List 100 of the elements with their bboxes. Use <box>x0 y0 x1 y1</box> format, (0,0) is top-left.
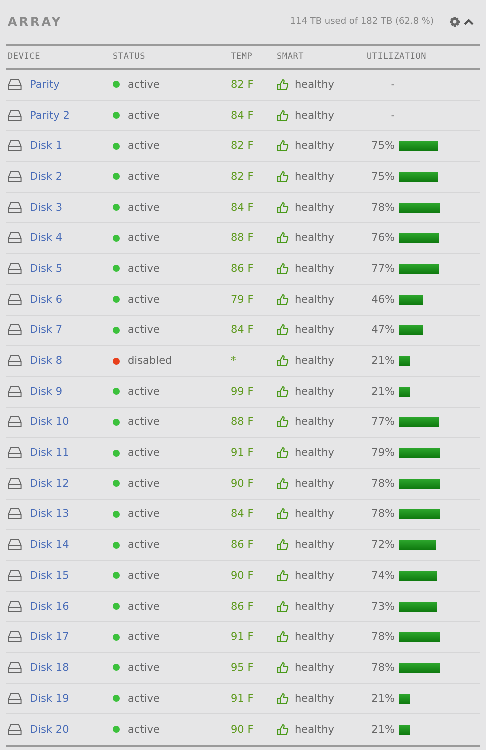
device-link[interactable]: Disk 7 <box>30 324 63 336</box>
thumbs-up-icon <box>277 539 289 552</box>
utilization-bar <box>399 294 423 305</box>
device-link[interactable]: Disk 19 <box>30 692 70 705</box>
device-link[interactable]: Disk 12 <box>30 478 70 490</box>
utilization-value: 79% <box>370 447 395 460</box>
hard-drive-icon <box>8 202 22 214</box>
device-link[interactable]: Disk 16 <box>30 600 70 613</box>
status-text: active <box>128 386 160 398</box>
hard-drive-icon <box>8 539 22 552</box>
status-text: active <box>128 478 160 490</box>
device-link[interactable]: Disk 17 <box>30 631 70 644</box>
status-text: active <box>128 508 160 520</box>
smart-status: healthy <box>295 262 334 275</box>
device-link[interactable]: Disk 6 <box>30 294 63 306</box>
utilization-bar <box>399 724 410 735</box>
thumbs-up-icon <box>277 386 289 398</box>
device-link[interactable]: Disk 4 <box>30 232 63 244</box>
utilization-bar <box>399 202 440 213</box>
smart-status: healthy <box>295 508 334 520</box>
temperature: 84 F <box>231 508 254 520</box>
utilization-value: - <box>390 78 395 91</box>
device-link[interactable]: Disk 1 <box>30 140 63 152</box>
device-link[interactable]: Disk 11 <box>30 447 70 460</box>
hard-drive-icon <box>8 570 22 582</box>
status-text: active <box>128 232 160 244</box>
utilization-value: 21% <box>370 724 395 736</box>
status-text: disabled <box>128 355 172 368</box>
utilization-bar <box>399 509 440 520</box>
hard-drive-icon <box>8 447 22 460</box>
utilization-value: 75% <box>370 140 395 152</box>
utilization-value: 78% <box>370 662 395 674</box>
smart-status: healthy <box>295 631 334 644</box>
smart-status: healthy <box>295 202 334 214</box>
smart-status: healthy <box>295 140 334 152</box>
device-link[interactable]: Disk 10 <box>30 416 70 428</box>
smart-status: healthy <box>295 600 334 613</box>
temperature: 90 F <box>231 570 254 582</box>
device-link[interactable]: Disk 9 <box>30 386 63 398</box>
hard-drive-icon <box>8 262 22 275</box>
utilization-value: 77% <box>370 262 395 275</box>
smart-status: healthy <box>295 170 334 183</box>
status-text: active <box>128 600 160 613</box>
thumbs-up-icon <box>277 447 289 460</box>
utilization-value: 73% <box>370 600 395 613</box>
device-link[interactable]: Parity 2 <box>30 110 70 122</box>
device-link[interactable]: Disk 13 <box>30 508 70 520</box>
smart-status: healthy <box>295 78 334 91</box>
temperature: 90 F <box>231 478 254 490</box>
column-header: SMART <box>277 52 306 62</box>
hard-drive-icon <box>8 508 22 520</box>
temperature: 84 F <box>231 324 254 336</box>
settings-icon[interactable] <box>450 17 460 27</box>
hard-drive-icon <box>8 692 22 705</box>
status-text: active <box>128 140 160 152</box>
status-text: active <box>128 539 160 552</box>
hard-drive-icon <box>8 232 22 244</box>
device-link[interactable]: Disk 3 <box>30 202 63 214</box>
utilization-value: 74% <box>370 570 395 582</box>
hard-drive-icon <box>8 140 22 152</box>
column-header: TEMP <box>231 52 254 62</box>
utilization-bar <box>399 694 410 704</box>
status-text: active <box>128 110 160 122</box>
temperature: 91 F <box>231 447 254 460</box>
device-link[interactable]: Disk 15 <box>30 570 70 582</box>
device-link[interactable]: Parity <box>30 78 60 91</box>
collapse-icon[interactable] <box>464 18 474 26</box>
smart-status: healthy <box>295 570 334 582</box>
smart-status: healthy <box>295 355 334 368</box>
status-text: active <box>128 202 160 214</box>
device-link[interactable]: Disk 14 <box>30 539 70 552</box>
column-header: DEVICE <box>7 52 42 62</box>
thumbs-up-icon <box>277 478 289 490</box>
smart-status: healthy <box>295 294 334 306</box>
smart-status: healthy <box>295 662 334 674</box>
hard-drive-icon <box>8 600 22 613</box>
thumbs-up-icon <box>277 416 289 428</box>
temperature: 86 F <box>231 262 254 275</box>
thumbs-up-icon <box>277 692 289 705</box>
thumbs-up-icon <box>277 294 289 306</box>
temperature: 82 F <box>231 170 254 183</box>
thumbs-up-icon <box>277 202 289 214</box>
temperature: 91 F <box>231 692 254 705</box>
utilization-value: 76% <box>370 232 395 244</box>
thumbs-up-icon <box>277 508 289 520</box>
status-text: active <box>128 570 160 582</box>
device-link[interactable]: Disk 20 <box>30 724 70 736</box>
hard-drive-icon <box>8 416 22 428</box>
temperature: 82 F <box>231 140 254 152</box>
temperature: 91 F <box>231 631 254 644</box>
utilization-bar <box>399 570 438 581</box>
thumbs-up-icon <box>277 662 289 674</box>
utilization-value: 78% <box>370 202 395 214</box>
device-link[interactable]: Disk 2 <box>30 170 63 183</box>
thumbs-up-icon <box>277 78 289 91</box>
device-link[interactable]: Disk 5 <box>30 262 63 275</box>
device-link[interactable]: Disk 8 <box>30 355 63 368</box>
column-header: STATUS <box>113 52 147 62</box>
device-link[interactable]: Disk 18 <box>30 662 70 674</box>
temperature: 88 F <box>231 232 254 244</box>
